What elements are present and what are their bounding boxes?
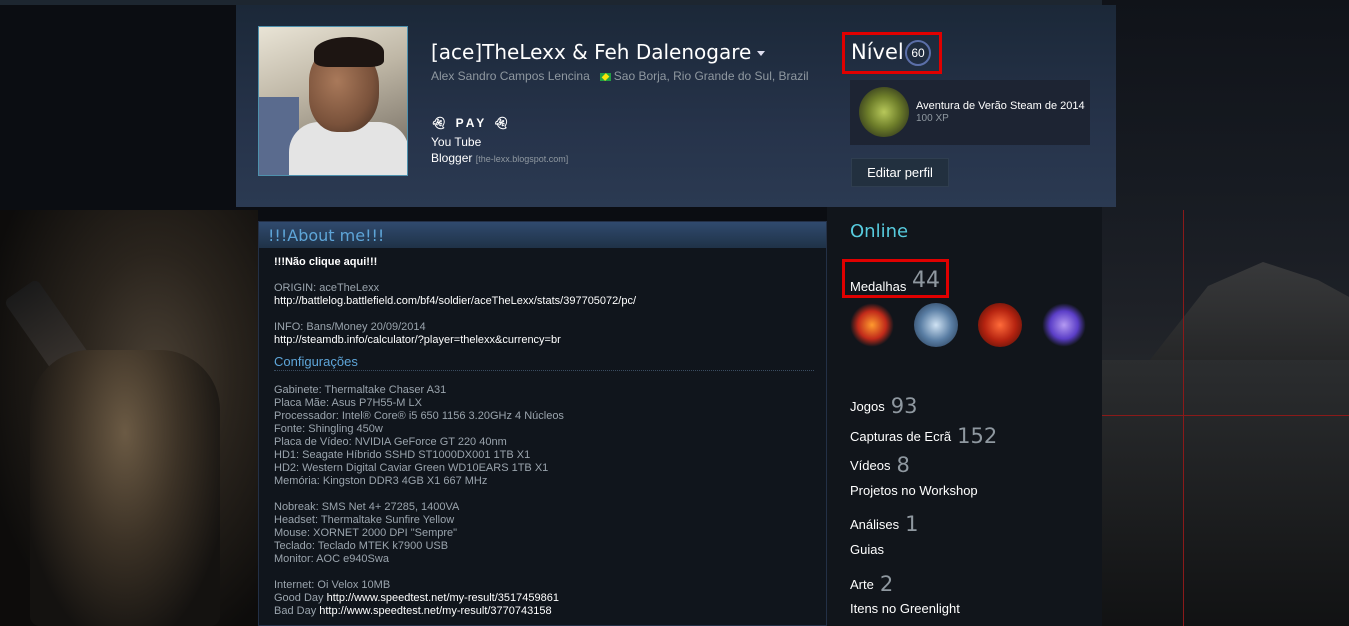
about-me-header: !!!About me!!! [259, 222, 826, 248]
stat-artwork[interactable]: Arte 2 [850, 572, 893, 596]
info-text: INFO: Bans/Money 20/09/2014 [274, 321, 426, 333]
police-officer-medal-icon[interactable] [914, 303, 958, 347]
stat-label: Arte [850, 577, 874, 592]
stat-guides[interactable]: Guias [850, 542, 884, 557]
brazil-flag-icon [599, 72, 611, 81]
spec-headset: Headset: Thermaltake Sunfire Yellow [274, 514, 455, 526]
stat-label: Projetos no Workshop [850, 483, 978, 498]
good-day-label: Good Day [274, 592, 327, 604]
spec-mouse: Mouse: XORNET 2000 DPI "Sempre" [274, 527, 458, 539]
stat-label: Itens no Greenlight [850, 601, 960, 616]
stat-count: 152 [957, 424, 998, 448]
stat-label: Vídeos [850, 458, 891, 473]
level-label: Nível [851, 40, 904, 64]
config-heading: Configurações [274, 355, 814, 371]
steamdb-link[interactable]: http://steamdb.info/calculator/?player=t… [274, 334, 561, 346]
spec-internet: Internet: Oi Velox 10MB [274, 579, 391, 591]
ghost-icon: 👻︎ [493, 116, 512, 130]
summary-youtube[interactable]: You Tube [431, 135, 481, 149]
summer-adventure-badge-icon [859, 87, 909, 137]
origin-text: ORIGIN: aceTheLexx [274, 282, 380, 294]
stat-count: 8 [896, 453, 910, 477]
good-day-link[interactable]: http://www.speedtest.net/my-result/35174… [327, 592, 559, 604]
stat-label: Guias [850, 542, 884, 557]
stat-games[interactable]: Jogos 93 [850, 394, 917, 418]
stat-screenshots[interactable]: Capturas de Ecrã 152 [850, 424, 997, 448]
persona-name[interactable]: [ace]TheLexx & Feh Dalenogare [431, 40, 766, 64]
stat-label: Capturas de Ecrã [850, 429, 952, 444]
stat-count: 2 [879, 572, 894, 596]
stat-count: 93 [890, 394, 918, 418]
background-ground-shape [1102, 360, 1349, 626]
featured-badge-title: Aventura de Verão Steam de 2014 [916, 100, 1085, 112]
edit-profile-button[interactable]: Editar perfil [851, 158, 949, 187]
spec-monitor: Monitor: AOC e940Swa [274, 553, 389, 565]
background-mountain-shape [1142, 262, 1349, 370]
spec-fonte: Fonte: Shingling 450w [274, 423, 383, 435]
featured-badge[interactable]: Aventura de Verão Steam de 2014 100 XP [850, 80, 1090, 145]
bad-day-label: Bad Day [274, 605, 320, 617]
good-day-line: Good Day http://www.speedtest.net/my-res… [274, 592, 814, 605]
about-me-panel: !!!About me!!! !!!Não clique aqui!!! ORI… [258, 221, 827, 626]
featured-badge-xp: 100 XP [916, 113, 949, 124]
crosshair-horizontal-line [1102, 415, 1349, 416]
spec-placa-mae: Placa Mãe: Asus P7H55-M LX [274, 397, 422, 409]
blog-link[interactable]: [the-lexx.blogspot.com] [476, 154, 569, 164]
badges-count[interactable]: 44 [912, 268, 940, 293]
stat-reviews[interactable]: Análises 1 [850, 512, 919, 536]
spec-hd1: HD1: Seagate Híbrido SSHD ST1000DX001 1T… [274, 449, 531, 461]
background-soldier-shape [30, 350, 220, 626]
spec-placa-video: Placa de Vídeo: NVIDIA GeForce GT 220 40… [274, 436, 507, 448]
real-name-location: Alex Sandro Campos Lencina Sao Borja, Rio… [431, 69, 809, 83]
avatar-hair-shape [314, 37, 384, 67]
ghost-icon: 👻︎ [431, 116, 450, 130]
profile-avatar[interactable] [258, 26, 408, 176]
name-history-dropdown-icon[interactable] [757, 51, 766, 56]
spec-hd2: HD2: Western Digital Caviar Green WD10EA… [274, 462, 549, 474]
about-me-body: !!!Não clique aqui!!! ORIGIN: aceTheLexx… [274, 256, 814, 618]
stat-count: 1 [905, 512, 919, 536]
online-status: Online [850, 221, 909, 242]
stat-workshop[interactable]: Projetos no Workshop [850, 483, 978, 498]
badges-link[interactable]: Medalhas [850, 279, 906, 294]
bad-day-link[interactable]: http://www.speedtest.net/my-result/37707… [319, 605, 551, 617]
spec-gabinete: Gabinete: Thermaltake Chaser A31 [274, 384, 447, 396]
background-battlefield-art [1102, 0, 1349, 626]
bad-day-line: Bad Day http://www.speedtest.net/my-resu… [274, 605, 814, 618]
summary-pay-line: 👻︎ PAY 👻︎ [431, 116, 512, 130]
stat-videos[interactable]: Vídeos 8 [850, 453, 910, 477]
stat-label: Análises [850, 517, 900, 532]
spec-teclado: Teclado: Teclado MTEK k7900 USB [274, 540, 449, 552]
about-me-title: !!!About me!!! [268, 226, 385, 245]
purple-feather-medal-icon[interactable] [1042, 303, 1086, 347]
dota-medal-icon[interactable] [978, 303, 1022, 347]
dont-click-link[interactable]: !!!Não clique aqui!!! [274, 256, 814, 269]
stat-greenlight[interactable]: Itens no Greenlight [850, 601, 960, 616]
summary-blogger-label[interactable]: Blogger [431, 151, 472, 165]
location: Sao Borja, Rio Grande do Sul, Brazil [613, 69, 809, 83]
spec-processador: Processador: Intel® Core® i5 650 1156 3.… [274, 410, 564, 422]
stat-label: Jogos [850, 399, 885, 414]
real-name: Alex Sandro Campos Lencina [431, 69, 590, 83]
background-soldier-art [0, 210, 258, 626]
persona-name-text: [ace]TheLexx & Feh Dalenogare [431, 40, 752, 64]
spec-nobreak: Nobreak: SMS Net 4+ 27285, 1400VA [274, 501, 460, 513]
battlelog-link[interactable]: http://battlelog.battlefield.com/bf4/sol… [274, 295, 636, 307]
spec-memoria: Memória: Kingston DDR3 4GB X1 667 MHz [274, 475, 488, 487]
summary-pay: PAY [455, 116, 488, 130]
flame-wing-medal-icon[interactable] [850, 303, 894, 347]
level-badge[interactable]: 60 [905, 40, 931, 66]
summary-blogger: Blogger [the-lexx.blogspot.com] [431, 151, 568, 165]
crosshair-vertical-line [1183, 210, 1184, 626]
